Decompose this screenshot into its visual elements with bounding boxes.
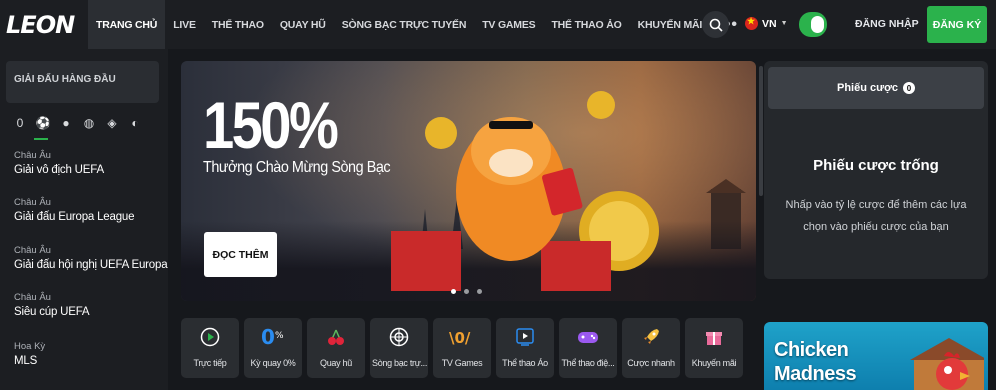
empty-betslip-description: Nhấp vào tỷ lệ cược để thêm các lựa chọn… [785,199,967,233]
league-region: Châu Âu [14,292,51,303]
quick-link-label: Thể thao Ảo [502,358,548,368]
read-more-button[interactable]: ĐỌC THÊM [204,232,277,277]
nav-item-virtual-sports[interactable]: THỂ THAO ẢO [543,0,629,49]
active-sport-indicator [34,138,48,140]
league-region: Châu Âu [14,197,51,208]
top-navigation-bar: LEON TRANG CHỦ LIVE THỂ THAO QUAY HŨ SÒN… [0,0,996,49]
promo-title: Chicken Madness [774,338,857,386]
promo-banner[interactable]: 150% Thưởng Chào Mừng Sòng Bạc ĐỌC THÊM [181,61,756,301]
roulette-icon [389,327,409,347]
hockey-icon[interactable]: ◐ [128,116,142,130]
language-code: VN [762,17,777,30]
gamepad-icon [578,332,598,343]
bet-count-badge: 0 [903,82,916,94]
volleyball-icon[interactable]: ◍ [82,116,96,130]
nav-item-live-casino[interactable]: SÒNG BẠC TRỰC TUYẾN [334,0,475,49]
main-nav: TRANG CHỦ LIVE THỂ THAO QUAY HŨ SÒNG BẠC… [88,0,746,49]
bet-slip-tab[interactable]: Phiếu cược 0 [768,67,984,109]
search-icon [709,18,723,32]
league-region: Châu Âu [14,150,51,161]
nav-item-slots[interactable]: QUAY HŨ [272,0,334,49]
league-name: Giải đấu hội nghị UEFA Europa [14,259,168,271]
leon-logo[interactable]: LEON [0,11,88,39]
language-selector[interactable]: VN ▼ [745,16,788,30]
nav-item-tv-games[interactable]: TV GAMES [474,0,543,49]
chicken-madness-promo[interactable]: Chicken Madness [764,322,988,390]
virtual-play-icon [516,328,534,346]
promo-title-line2: Madness [774,363,857,385]
quick-link-live[interactable]: Trực tiếp [181,318,239,378]
cherry-icon [328,329,344,345]
league-name: Giải vô địch UEFA [14,164,104,176]
nav-item-promotions[interactable]: KHUYẾN MÃI [630,0,711,49]
league-item[interactable]: Châu Âu Siêu cúp UEFA [14,292,90,318]
carousel-dot[interactable] [477,289,482,294]
tiger-mascot-illustration [391,91,659,291]
theme-toggle[interactable] [799,12,827,37]
zero-percent-icon: 0% [261,326,284,348]
promo-title-line1: Chicken [774,339,849,361]
quick-link-live-casino[interactable]: Sòng bạc trự... [370,318,428,378]
quick-links-row: Trực tiếp 0% Kỳ quay 0% Quay hũ Sòng bạc… [181,318,743,378]
svg-text:\0/: \0/ [449,329,471,346]
nav-item-home[interactable]: TRANG CHỦ [88,0,166,49]
quick-link-label: Cược nhanh [627,358,675,368]
quick-link-label: Quay hũ [320,358,352,368]
sport-filter-icons: 0 ⚽ ● ◍ ◈ ◐ [13,116,142,130]
league-item[interactable]: Châu Âu Giải đấu Europa League [14,197,134,223]
login-button[interactable]: ĐĂNG NHẬP [855,18,919,30]
quick-link-fast-bet[interactable]: Cược nhanh [622,318,680,378]
chicken-illustration [910,338,984,390]
left-sidebar: GIẢI ĐẤU HÀNG ĐẦU 0 ⚽ ● ◍ ◈ ◐ Châu Âu Gi… [0,49,168,390]
quick-link-label: Khuyến mãi [691,358,737,368]
quick-link-virtual-sports[interactable]: Thể thao Ảo [496,318,554,378]
carousel-dot[interactable] [464,289,469,294]
nav-item-live[interactable]: LIVE [165,0,204,49]
all-sports-icon[interactable]: 0 [13,116,27,130]
nav-item-sports[interactable]: THỂ THAO [204,0,272,49]
banner-headline: 150% [203,88,339,162]
play-circle-icon [200,327,220,347]
quick-link-label: Sòng bạc trự... [372,358,428,368]
quick-link-label: TV Games [441,358,483,368]
empty-betslip-title: Phiếu cược trống [813,157,939,174]
league-name: Siêu cúp UEFA [14,306,90,318]
league-item[interactable]: Hoa Kỳ MLS [14,341,45,367]
svg-text:0: 0 [261,326,275,348]
quick-link-promotions[interactable]: Khuyến mãi [685,318,743,378]
top-leagues-heading[interactable]: GIẢI ĐẤU HÀNG ĐẦU [6,61,159,103]
quick-link-esports[interactable]: Thể thao điệ... [559,318,617,378]
bet-slip-panel: Phiếu cược 0 Phiếu cược trống Nhấp vào t… [764,61,988,279]
bet-slip-label: Phiếu cược [836,82,899,94]
quick-link-tv-games[interactable]: \0/ TV Games [433,318,491,378]
carousel-dots [451,289,482,294]
svg-text:%: % [275,331,284,341]
quick-link-zero-margin[interactable]: 0% Kỳ quay 0% [244,318,302,378]
quick-link-label: Kỳ quay 0% [250,358,296,368]
quick-link-label: Trực tiếp [193,358,227,368]
basketball-icon[interactable]: ● [59,116,73,130]
soccer-icon[interactable]: ⚽ [36,116,51,130]
league-item[interactable]: Châu Âu Giải vô địch UEFA [14,150,104,176]
carousel-dot[interactable] [451,289,456,294]
league-region: Châu Âu [14,245,51,256]
gift-icon [706,332,722,345]
chevron-down-icon: ▼ [780,20,788,27]
league-item[interactable]: Châu Âu Giải đấu hội nghị UEFA Europa [14,245,168,271]
quick-link-slots[interactable]: Quay hũ [307,318,365,378]
scrollbar[interactable] [759,66,763,196]
rocket-icon [644,329,659,344]
register-button[interactable]: ĐĂNG KÝ [927,6,987,43]
tv-games-icon: \0/ [449,329,471,346]
search-button[interactable] [702,11,729,38]
vietnam-flag-icon [745,16,758,30]
esports-icon[interactable]: ◈ [105,116,119,130]
banner-subline: Thưởng Chào Mừng Sòng Bạc [203,159,391,176]
league-name: MLS [14,355,38,367]
league-region: Hoa Kỳ [14,341,46,352]
quick-link-label: Thể thao điệ... [561,358,615,368]
league-name: Giải đấu Europa League [14,211,135,223]
